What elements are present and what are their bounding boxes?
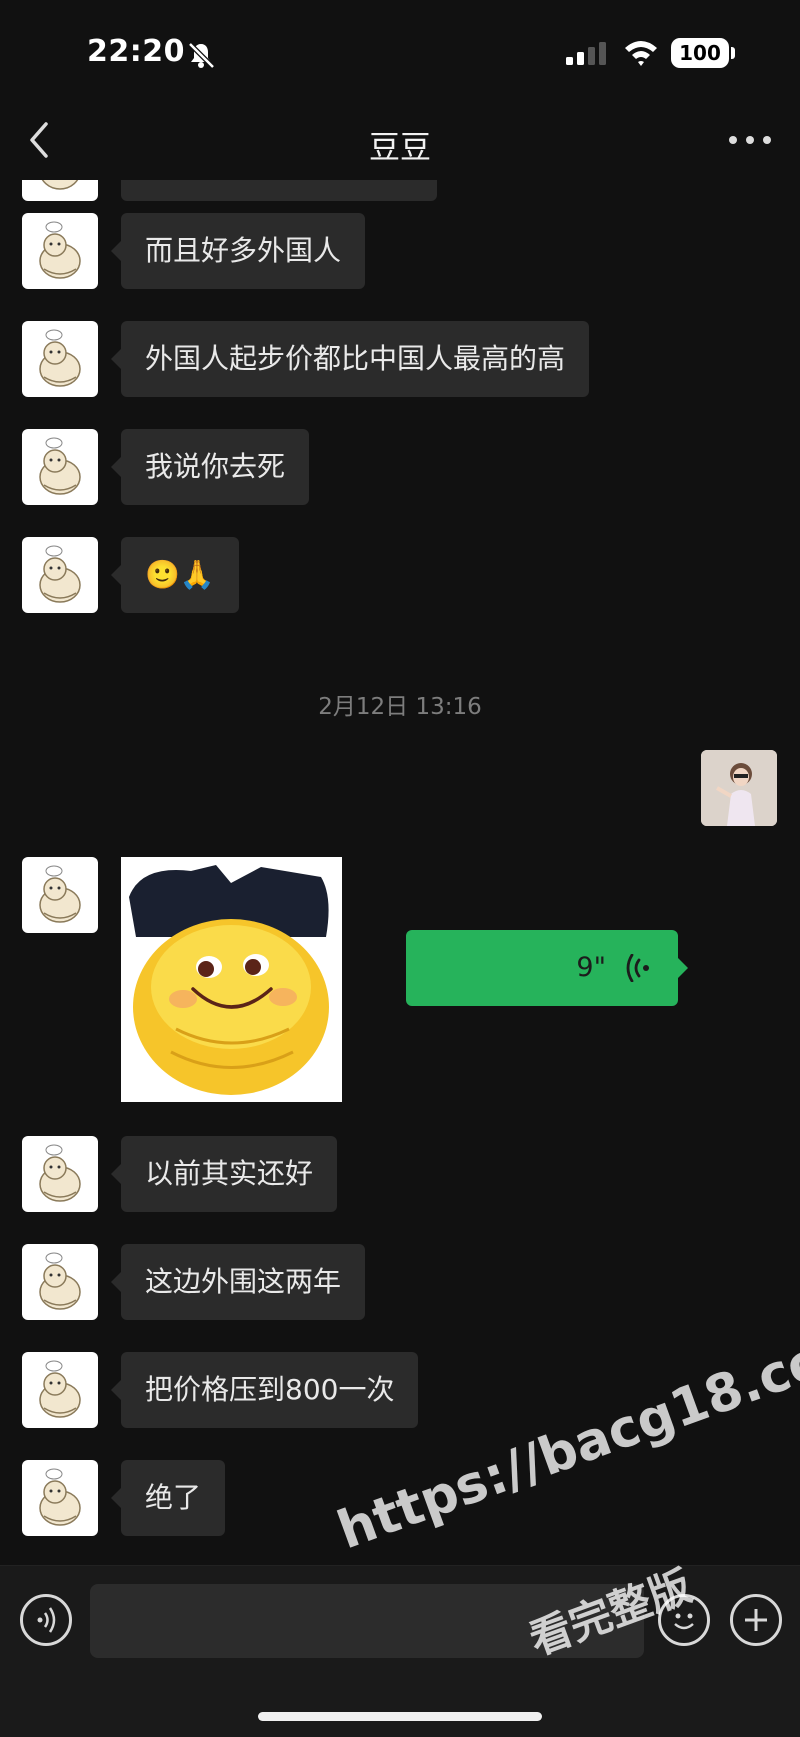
message-bubble[interactable]: 我说你去死 — [110, 429, 310, 505]
message-bubble[interactable]: 这边外围这两年 — [110, 1244, 366, 1320]
voice-duration: 9" — [576, 952, 606, 983]
contact-avatar[interactable] — [22, 537, 98, 613]
message-list[interactable]: 而且好多外国人 外国人起步价都比中国人最高的高 我说你去死 🙂🙏 2月12日 1… — [0, 180, 800, 1565]
message-bubble[interactable]: 外国人起步价都比中国人最高的高 — [110, 321, 590, 397]
contact-avatar[interactable] — [22, 213, 98, 289]
home-indicator — [258, 1712, 542, 1721]
contact-avatar[interactable] — [22, 1460, 98, 1536]
voice-input-button[interactable] — [20, 1594, 72, 1646]
self-avatar[interactable] — [701, 750, 777, 826]
message-bubble[interactable] — [121, 180, 437, 201]
chat-header: 豆豆 — [0, 100, 800, 180]
more-options-icon[interactable] — [725, 130, 775, 150]
contact-avatar[interactable] — [22, 1136, 98, 1212]
status-time: 22:20 — [87, 34, 185, 69]
message-bubble[interactable]: 而且好多外国人 — [110, 213, 366, 289]
contact-avatar[interactable] — [22, 321, 98, 397]
contact-avatar[interactable] — [22, 180, 98, 201]
battery-nub — [731, 47, 735, 59]
more-actions-button[interactable] — [730, 1594, 782, 1646]
voice-wave-icon — [626, 954, 649, 982]
contact-avatar[interactable] — [22, 1244, 98, 1320]
message-bubble[interactable]: 以前其实还好 — [110, 1136, 338, 1212]
mute-bell-icon — [188, 42, 215, 69]
message-timestamp: 2月12日 13:16 — [318, 694, 482, 720]
cellular-signal-icon — [566, 42, 606, 65]
contact-avatar[interactable] — [22, 857, 98, 933]
chat-title: 豆豆 — [369, 130, 431, 166]
message-bubble[interactable]: 绝了 — [110, 1460, 226, 1536]
contact-avatar[interactable] — [22, 1352, 98, 1428]
message-bubble[interactable]: 🙂🙏 — [111, 537, 239, 613]
plus-icon — [745, 1609, 767, 1631]
voice-input-icon — [37, 1607, 56, 1633]
voice-message-bubble[interactable]: 9" — [406, 930, 688, 1006]
contact-avatar[interactable] — [22, 429, 98, 505]
status-bar: 22:20 100 — [0, 0, 800, 100]
message-bubble[interactable]: 把价格压到800一次 — [110, 1352, 419, 1428]
wifi-icon — [625, 41, 657, 66]
battery-indicator: 100 — [671, 38, 729, 68]
smiley-sticker[interactable] — [121, 857, 342, 1102]
